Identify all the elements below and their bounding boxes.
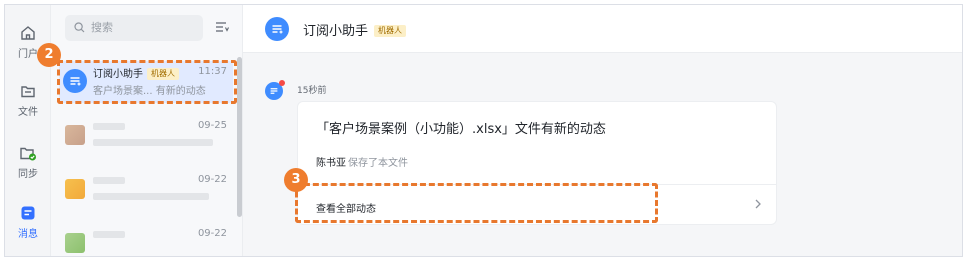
conversation-list: 搜索 订阅小助手 机器人 11:37 客户场景案... 有新的动态 09-25 0… bbox=[51, 5, 243, 256]
chevron-right-icon[interactable] bbox=[754, 198, 762, 210]
callout-highlight-view-all bbox=[295, 183, 658, 223]
search-placeholder: 搜索 bbox=[91, 21, 113, 34]
robot-list-icon bbox=[272, 25, 283, 34]
card-title: 「客户场景案例（小功能）.xlsx」文件有新的动态 bbox=[316, 122, 606, 137]
rail-label-files: 文件 bbox=[18, 107, 38, 118]
chat-avatar bbox=[265, 17, 289, 41]
rail-label-messages: 消息 bbox=[18, 229, 38, 240]
rail-item-files[interactable]: 文件 bbox=[5, 83, 51, 118]
home-icon bbox=[21, 26, 35, 40]
conversation-time: 09-25 bbox=[197, 120, 227, 131]
unread-dot bbox=[279, 80, 285, 86]
message-icon bbox=[21, 206, 35, 220]
blurred-name bbox=[93, 123, 125, 130]
blurred-name bbox=[93, 231, 125, 238]
avatar bbox=[65, 233, 85, 253]
blurred-preview bbox=[93, 193, 209, 200]
sync-folder-icon bbox=[20, 147, 36, 161]
conversation-item[interactable]: 09-22 bbox=[59, 223, 233, 256]
conversation-item[interactable]: 09-22 bbox=[59, 169, 233, 211]
callout-badge-2: 2 bbox=[37, 43, 61, 67]
blurred-preview bbox=[93, 139, 213, 146]
search-icon bbox=[74, 22, 85, 33]
chat-header: 订阅小助手 机器人 bbox=[243, 5, 962, 53]
rail-item-sync[interactable]: 同步 bbox=[5, 145, 51, 180]
chat-title: 订阅小助手 机器人 bbox=[303, 20, 407, 39]
blurred-name bbox=[93, 177, 125, 184]
conversation-item[interactable]: 09-25 bbox=[59, 115, 233, 157]
activity-user: 陈书亚 bbox=[316, 158, 346, 169]
file-icon bbox=[21, 86, 35, 98]
rail-item-messages[interactable]: 消息 bbox=[5, 205, 51, 240]
avatar bbox=[65, 125, 85, 145]
search-input[interactable]: 搜索 bbox=[65, 15, 203, 41]
card-activity: 陈书亚 保存了本文件 bbox=[316, 154, 408, 169]
avatar bbox=[65, 179, 85, 199]
callout-badge-3: 3 bbox=[284, 168, 308, 192]
filter-icon[interactable] bbox=[215, 21, 229, 33]
rail-label-sync: 同步 bbox=[18, 169, 38, 180]
activity-action: 保存了本文件 bbox=[348, 158, 408, 169]
message-time: 15秒前 bbox=[297, 86, 327, 96]
robot-badge: 机器人 bbox=[374, 25, 407, 37]
list-scrollbar[interactable] bbox=[237, 57, 242, 217]
conversation-time: 09-22 bbox=[197, 174, 227, 185]
app-window: 门户 文件 同步 消息 搜索 订阅小助手 机器人 11:37 客户场景案... … bbox=[4, 4, 963, 257]
callout-highlight-conversation bbox=[57, 60, 237, 104]
conversation-time: 09-22 bbox=[197, 228, 227, 239]
rail-label-portal: 门户 bbox=[18, 49, 38, 60]
